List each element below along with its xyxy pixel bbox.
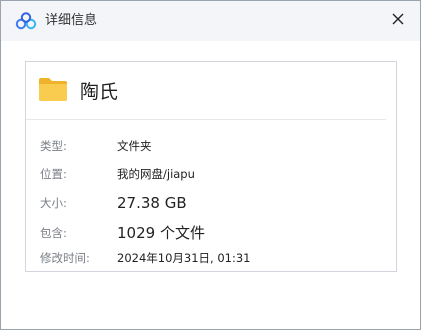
modified-value: 2024年10月31日, 01:31 xyxy=(117,251,251,265)
close-icon xyxy=(392,13,404,25)
location-label: 位置: xyxy=(40,167,67,181)
contains-label: 包含: xyxy=(40,226,67,240)
divider xyxy=(26,119,386,120)
contains-value: 1029 个文件 xyxy=(117,224,205,242)
type-value: 文件夹 xyxy=(117,139,152,153)
details-dialog: 详细信息 陶氏 类型: 文件夹 位置: 我的网盘/jiapu 大小: 27.38… xyxy=(0,0,421,330)
title-bar: 详细信息 xyxy=(1,1,420,41)
details-panel: 陶氏 类型: 文件夹 位置: 我的网盘/jiapu 大小: 27.38 GB 包… xyxy=(25,61,397,272)
size-value: 27.38 GB xyxy=(117,194,187,212)
close-button[interactable] xyxy=(386,7,410,31)
cloud-logo-icon xyxy=(15,12,37,30)
size-label: 大小: xyxy=(40,196,67,210)
file-name: 陶氏 xyxy=(80,81,119,103)
folder-icon xyxy=(38,76,68,102)
dialog-title: 详细信息 xyxy=(45,13,98,28)
modified-label: 修改时间: xyxy=(40,251,90,265)
type-label: 类型: xyxy=(40,139,67,153)
location-value: 我的网盘/jiapu xyxy=(117,167,195,181)
